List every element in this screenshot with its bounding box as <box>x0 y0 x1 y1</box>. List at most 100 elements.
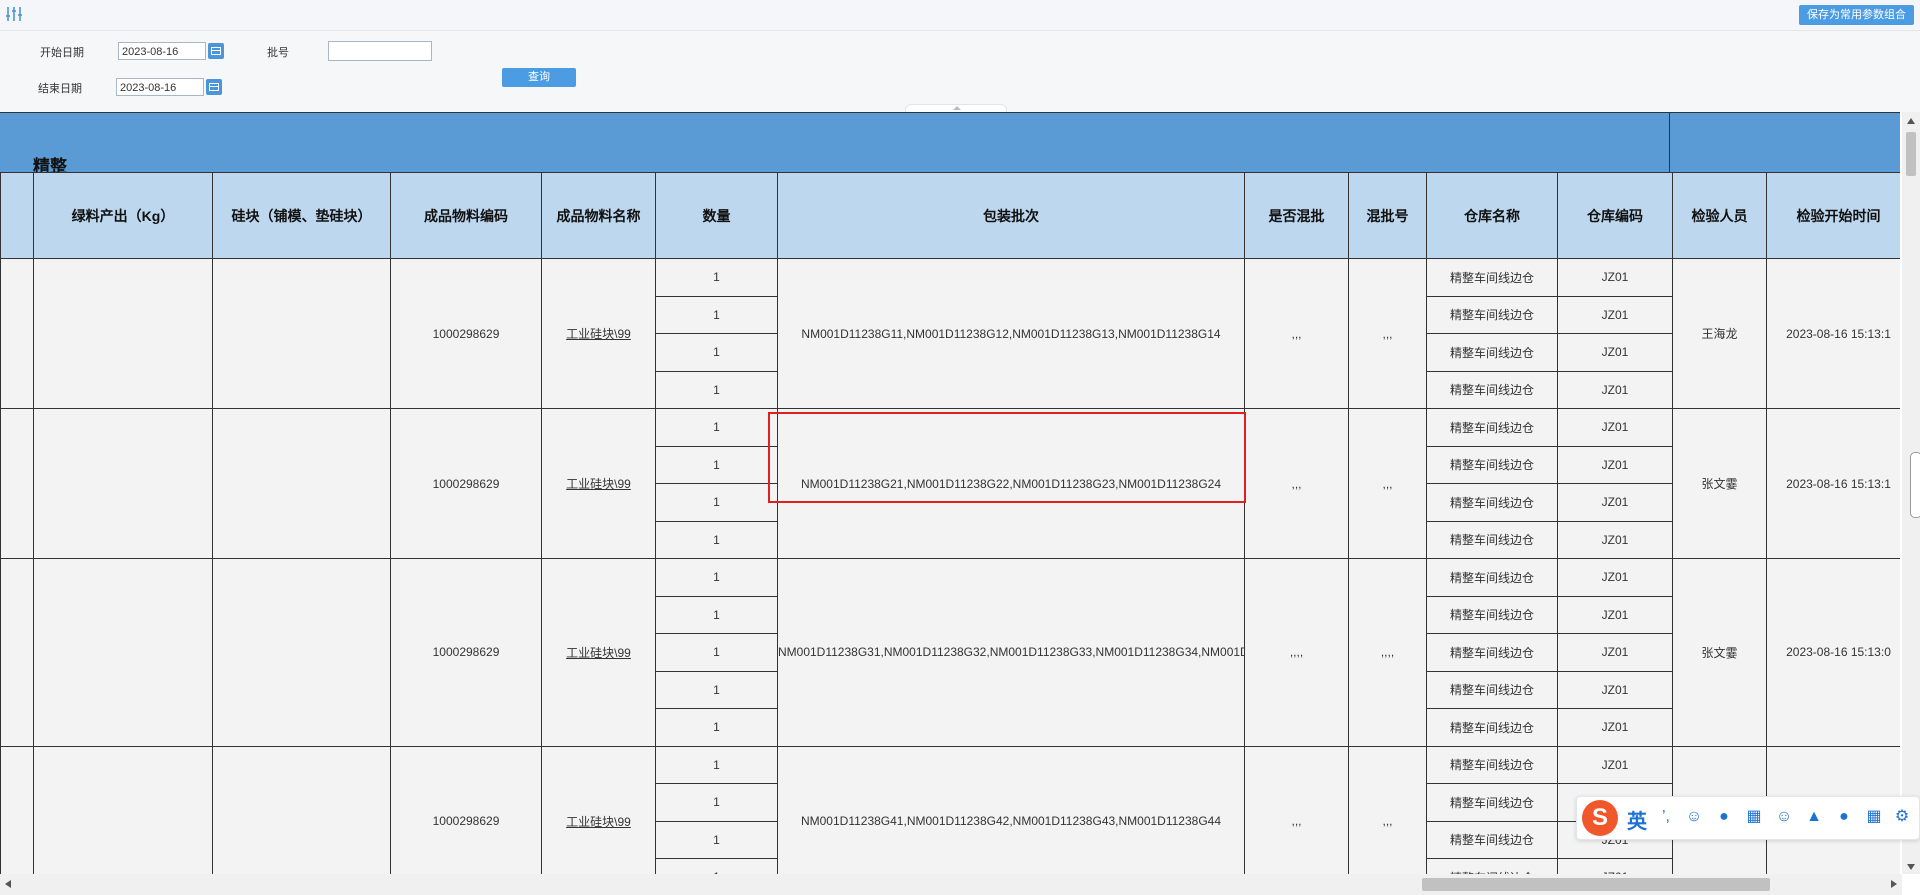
warehouse-code-cell: JZ01 <box>1557 370 1673 409</box>
warehouse-name-cell: 精整车间线边仓 <box>1426 670 1558 709</box>
material-code-cell: 1000298629 <box>390 258 542 409</box>
scroll-right-icon[interactable] <box>1891 880 1897 888</box>
start-calendar-icon[interactable] <box>208 43 224 59</box>
punctuation-icon[interactable]: ’, <box>1657 808 1675 826</box>
warehouse-name-cell: 精整车间线边仓 <box>1426 558 1558 597</box>
inspector-cell: 张文霎 <box>1672 408 1767 559</box>
emoji-icon[interactable]: ☺ <box>1685 808 1703 826</box>
scroll-left-icon[interactable] <box>5 880 11 888</box>
warehouse-code-cell: JZ01 <box>1557 333 1673 372</box>
silicon-block-cell <box>212 745 391 874</box>
silicon-block-cell <box>212 258 391 409</box>
section-header: 精整 <box>0 112 1900 176</box>
warehouse-name-cell: 精整车间线边仓 <box>1426 370 1558 409</box>
report-grid: 精整 绿料产出（Kg） 硅块（铺模、垫硅块） 成品物料编码 成品物料名称 数量 … <box>0 112 1900 874</box>
col-header: 硅块（铺模、垫硅块） <box>212 172 391 259</box>
scroll-up-icon[interactable] <box>1907 118 1915 124</box>
batch-input[interactable] <box>328 41 432 61</box>
user-card-icon[interactable]: ☺ <box>1775 808 1793 826</box>
start-date-input[interactable]: 2023-08-16 <box>118 42 206 60</box>
keyboard-icon[interactable]: ▦ <box>1745 808 1763 826</box>
vertical-scroll-thumb[interactable] <box>1906 132 1916 176</box>
horizontal-scrollbar[interactable] <box>0 874 1902 895</box>
batch-cell: NM001D11238G11,NM001D11238G12,NM001D1123… <box>777 258 1245 409</box>
toolbox-icon[interactable]: ▦ <box>1865 808 1883 826</box>
material-code-cell: 1000298629 <box>390 408 542 559</box>
skin-icon[interactable]: ▲ <box>1805 808 1823 826</box>
mixed-batch-no-cell: ,,, <box>1348 408 1427 559</box>
inspection-start-cell: 2023-08-16 15:13:1 <box>1766 258 1900 409</box>
ime-language-toggle[interactable]: 英 <box>1627 805 1647 834</box>
quantity-cell: 1 <box>655 558 778 597</box>
material-name-link[interactable]: 工业硅块\99 <box>566 327 631 341</box>
warehouse-name-cell: 精整车间线边仓 <box>1426 445 1558 484</box>
row-marker-cell <box>0 258 34 409</box>
green-output-cell <box>33 408 213 559</box>
warehouse-name-cell: 精整车间线边仓 <box>1426 708 1558 747</box>
warehouse-code-cell: JZ01 <box>1557 295 1673 334</box>
material-name-link[interactable]: 工业硅块\99 <box>566 477 631 491</box>
material-name-cell: 工业硅块\99 <box>541 558 656 747</box>
green-output-cell <box>33 558 213 747</box>
mixed-batch-cell: ,,, <box>1244 745 1349 874</box>
col-header: 检验人员 <box>1672 172 1767 259</box>
warehouse-name-cell: 精整车间线边仓 <box>1426 258 1558 297</box>
warehouse-name-cell: 精整车间线边仓 <box>1426 333 1558 372</box>
quantity-cell: 1 <box>655 483 778 522</box>
game-icon[interactable]: ● <box>1835 808 1853 826</box>
material-name-cell: 工业硅块\99 <box>541 258 656 409</box>
row-marker-cell <box>0 408 34 559</box>
warehouse-code-cell: JZ01 <box>1557 708 1673 747</box>
material-name-link[interactable]: 工业硅块\99 <box>566 815 631 829</box>
quantity-cell: 1 <box>655 820 778 859</box>
warehouse-name-cell: 精整车间线边仓 <box>1426 820 1558 859</box>
ime-toolbar: S 英 ’, ☺ ● ▦ ☺ ▲ ● ▦ ⚙ <box>1576 796 1920 840</box>
query-button[interactable]: 查询 <box>502 68 576 87</box>
sogou-logo[interactable]: S <box>1582 800 1618 836</box>
horizontal-scroll-thumb[interactable] <box>1422 878 1770 891</box>
scroll-down-icon[interactable] <box>1907 864 1915 870</box>
side-panel-handle[interactable] <box>1910 452 1920 518</box>
warehouse-code-cell: JZ01 <box>1557 595 1673 634</box>
warehouse-code-cell: JZ01 <box>1557 670 1673 709</box>
material-code-cell: 1000298629 <box>390 745 542 874</box>
col-header: 混批号 <box>1348 172 1427 259</box>
quantity-cell: 1 <box>655 295 778 334</box>
batch-cell: NM001D11238G41,NM001D11238G42,NM001D1123… <box>777 745 1245 874</box>
material-name-link[interactable]: 工业硅块\99 <box>566 646 631 660</box>
warehouse-code-cell: JZ01 <box>1557 633 1673 672</box>
col-header <box>0 172 34 259</box>
quantity-cell: 1 <box>655 633 778 672</box>
batch-label: 批号 <box>267 47 289 59</box>
warehouse-code-cell: JZ01 <box>1557 745 1673 784</box>
mixed-batch-cell: ,,, <box>1244 408 1349 559</box>
microphone-icon[interactable]: ● <box>1715 808 1733 826</box>
end-date-input[interactable]: 2023-08-16 <box>116 78 204 96</box>
inspector-cell: 张文霎 <box>1672 558 1767 747</box>
warehouse-name-cell: 精整车间线边仓 <box>1426 595 1558 634</box>
silicon-block-cell <box>212 408 391 559</box>
quantity-cell: 1 <box>655 370 778 409</box>
mixed-batch-cell: ,,, <box>1244 258 1349 409</box>
warehouse-code-cell: JZ01 <box>1557 858 1673 874</box>
warehouse-code-cell: JZ01 <box>1557 445 1673 484</box>
green-output-cell <box>33 258 213 409</box>
row-marker-cell <box>0 745 34 874</box>
quantity-cell: 1 <box>655 708 778 747</box>
inspector-cell: 王海龙 <box>1672 258 1767 409</box>
col-header: 成品物料名称 <box>541 172 656 259</box>
highlight-box <box>768 412 1246 503</box>
warehouse-name-cell: 精整车间线边仓 <box>1426 408 1558 447</box>
end-calendar-icon[interactable] <box>206 79 222 95</box>
warehouse-code-cell: JZ01 <box>1557 258 1673 297</box>
warehouse-name-cell: 精整车间线边仓 <box>1426 520 1558 559</box>
table-row: 1000298629 工业硅块\99 1 NM001D11238G31,NM001D1… <box>0 558 1900 747</box>
batch-cell: NM001D11238G31,NM001D11238G32,NM001D1123… <box>777 558 1245 747</box>
col-header: 数量 <box>655 172 778 259</box>
save-param-combo-button[interactable]: 保存为常用参数组合 <box>1799 5 1914 25</box>
filter-settings-icon[interactable] <box>4 4 24 24</box>
warehouse-code-cell: JZ01 <box>1557 558 1673 597</box>
band-divider <box>1669 113 1670 173</box>
silicon-block-cell <box>212 558 391 747</box>
settings-icon[interactable]: ⚙ <box>1893 808 1911 826</box>
